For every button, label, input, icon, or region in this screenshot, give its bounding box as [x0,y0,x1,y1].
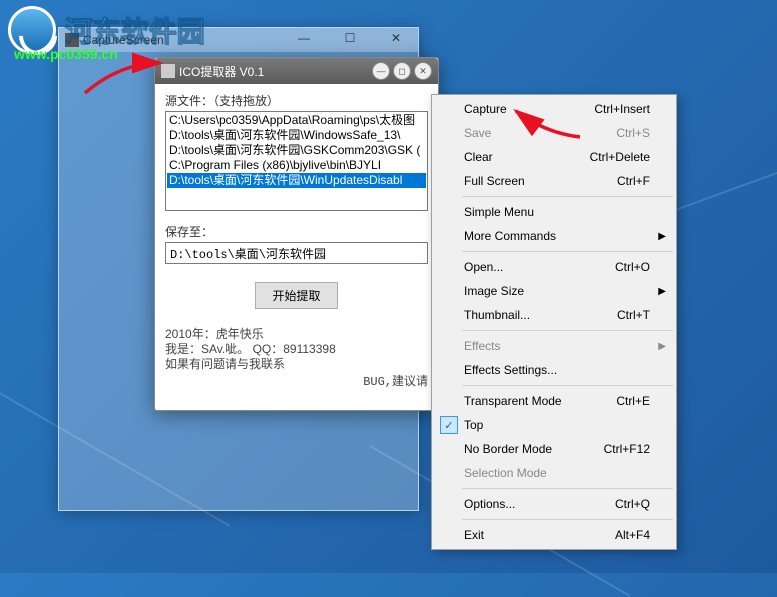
menu-shortcut: Ctrl+T [617,308,650,322]
chevron-right-icon: ▶ [658,286,666,297]
menu-shortcut: Ctrl+O [615,260,650,274]
menu-item-capture[interactable]: Capture Ctrl+Insert [434,97,674,121]
menu-item-selection-mode: Selection Mode [434,461,674,485]
ico-maximize-button[interactable]: ◻ [393,62,411,80]
context-menu[interactable]: Capture Ctrl+Insert Save Ctrl+S Clear Ctrl+De… [431,94,677,550]
file-item[interactable]: D:\tools\桌面\河东软件园\WindowsSafe_13\ [167,128,426,143]
capture-minimize-button[interactable]: — [281,27,327,49]
menu-separator [462,251,673,252]
menu-item-simple-menu[interactable]: Simple Menu [434,200,674,224]
menu-item-clear[interactable]: Clear Ctrl+Delete [434,145,674,169]
ico-titlebar[interactable]: ICO提取器 V0.1 ― ◻ ✕ [155,58,438,84]
source-files-label: 源文件：（支持拖放） [165,92,428,109]
menu-shortcut: Ctrl+Q [615,497,650,511]
menu-item-no-border-mode[interactable]: No Border Mode Ctrl+F12 [434,437,674,461]
menu-label: Effects [464,339,500,353]
menu-separator [462,330,673,331]
capture-close-button[interactable]: ✕ [373,27,419,49]
file-item[interactable]: D:\tools\桌面\河东软件园\GSKComm203\GSK ( [167,143,426,158]
menu-label: Open... [464,260,503,274]
menu-shortcut: Ctrl+F [617,174,650,188]
menu-label: Exit [464,528,484,542]
menu-label: Full Screen [464,174,525,188]
menu-label: Clear [464,150,493,164]
menu-item-effects: Effects ▶ [434,334,674,358]
menu-shortcut: Ctrl+Delete [590,150,650,164]
ico-app-icon [161,64,175,78]
menu-item-open[interactable]: Open... Ctrl+O [434,255,674,279]
watermark: 河东软件园 www.pc0359.cn [8,6,204,54]
save-path-input[interactable] [165,242,428,264]
footer-text: 2010年：虎年快乐 我是：SAv.呲。 QQ：89113398 如果有问题请与… [165,327,428,372]
ico-close-button[interactable]: ✕ [414,62,432,80]
file-item-selected[interactable]: D:\tools\桌面\河东软件园\WinUpdatesDisabl [167,173,426,188]
menu-separator [462,385,673,386]
menu-label: Simple Menu [464,205,534,219]
menu-shortcut: Ctrl+F12 [604,442,650,456]
file-item[interactable]: C:\Users\pc0359\AppData\Roaming\ps\太极图 [167,113,426,128]
menu-label: Thumbnail... [464,308,530,322]
watermark-url: www.pc0359.cn [14,46,118,62]
menu-separator [462,488,673,489]
chevron-right-icon: ▶ [658,231,666,242]
menu-label: Options... [464,497,515,511]
menu-shortcut: Ctrl+Insert [594,102,650,116]
menu-item-full-screen[interactable]: Full Screen Ctrl+F [434,169,674,193]
menu-item-exit[interactable]: Exit Alt+F4 [434,523,674,547]
check-icon: ✓ [440,416,458,434]
menu-separator [462,519,673,520]
menu-label: Effects Settings... [464,363,557,377]
menu-label: Image Size [464,284,524,298]
file-item[interactable]: C:\Program Files (x86)\bjylive\bin\BJYLI [167,158,426,173]
menu-item-more-commands[interactable]: More Commands ▶ [434,224,674,248]
menu-item-save: Save Ctrl+S [434,121,674,145]
save-to-label: 保存至： [165,223,428,240]
menu-item-image-size[interactable]: Image Size ▶ [434,279,674,303]
menu-item-effects-settings[interactable]: Effects Settings... [434,358,674,382]
start-extract-button[interactable]: 开始提取 [255,282,337,309]
ico-minimize-button[interactable]: ― [372,62,390,80]
menu-shortcut: Ctrl+S [616,126,650,140]
menu-separator [462,196,673,197]
menu-item-thumbnail[interactable]: Thumbnail... Ctrl+T [434,303,674,327]
menu-label: Save [464,126,491,140]
menu-label: Transparent Mode [464,394,562,408]
capture-maximize-button[interactable]: ☐ [327,27,373,49]
ico-extractor-window[interactable]: ICO提取器 V0.1 ― ◻ ✕ 源文件：（支持拖放） C:\Users\pc… [154,57,439,411]
menu-item-options[interactable]: Options... Ctrl+Q [434,492,674,516]
menu-label: Selection Mode [464,466,547,480]
menu-label: More Commands [464,229,556,243]
menu-label: Capture [464,102,507,116]
menu-label: Top [464,418,483,432]
menu-shortcut: Ctrl+E [616,394,650,408]
chevron-right-icon: ▶ [658,341,666,352]
menu-shortcut: Alt+F4 [615,528,650,542]
ico-title: ICO提取器 V0.1 [179,63,264,80]
menu-item-transparent-mode[interactable]: Transparent Mode Ctrl+E [434,389,674,413]
watermark-text: 河东软件园 [64,10,204,50]
menu-label: No Border Mode [464,442,552,456]
source-files-listbox[interactable]: C:\Users\pc0359\AppData\Roaming\ps\太极图 D… [165,111,428,211]
bug-report-text: BUG,建议请 [165,372,428,389]
menu-item-top[interactable]: ✓ Top [434,413,674,437]
